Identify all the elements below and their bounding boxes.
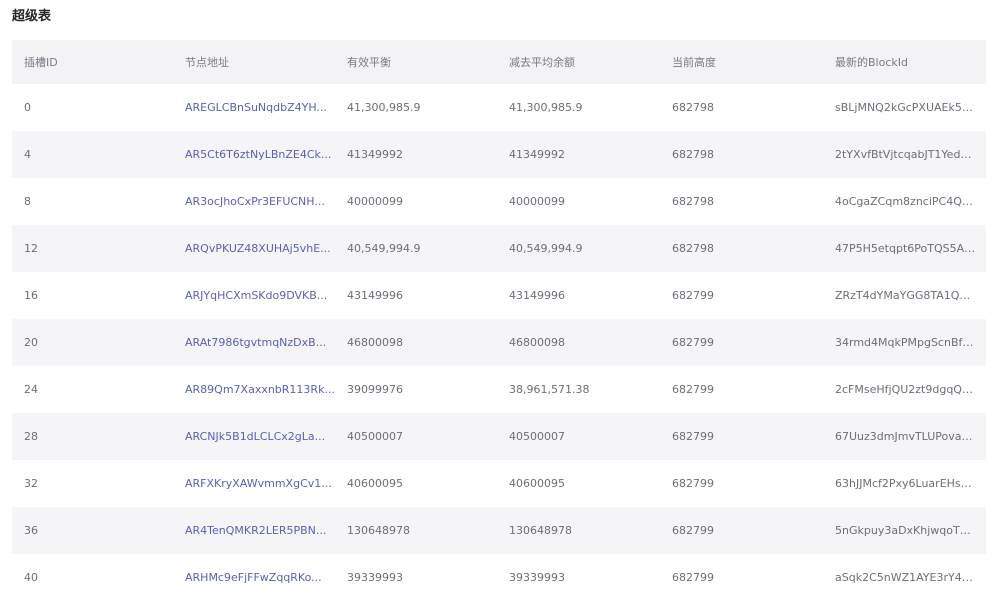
current-height-cell: 682799 (672, 430, 714, 443)
minus-average-balance-cell: 130648978 (509, 524, 572, 537)
latest-block-id-cell: 63hJJMcf2Pxy6LuarEHsxF··· (835, 477, 984, 490)
current-height-cell: 682798 (672, 148, 714, 161)
table-row: 40 ARHMc9eFjFFwZqqRKo... 39339993 39339993 6… (12, 554, 986, 601)
column-header-slot-id[interactable]: 插槽ID (12, 54, 173, 70)
node-address-link[interactable]: ARFXKryXAWvmmXgCv1... (173, 477, 335, 490)
column-header-effective-balance[interactable]: 有效平衡 (335, 54, 497, 70)
minus-average-balance-cell: 39339993 (509, 571, 565, 584)
current-height-cell: 682799 (672, 289, 714, 302)
latest-block-id-cell: 47P5H5etqpt6PoTQS5Ak··· (835, 242, 981, 255)
slot-id-cell: 40 (24, 571, 38, 584)
slot-id-cell: 0 (24, 101, 31, 114)
table-row: 4 AR5Ct6T6ztNyLBnZE4Ck... 41349992 41349992… (12, 131, 986, 178)
latest-block-id-cell: 34rmd4MqkPMpgScnBf1··· (835, 336, 980, 349)
table-row: 16 ARJYqHCXmSKdo9DVKB... 43149996 43149996 6… (12, 272, 986, 319)
current-height-cell: 682799 (672, 477, 714, 490)
current-height-cell: 682799 (672, 383, 714, 396)
column-header-latest-block-id[interactable]: 最新的BlockId (823, 54, 986, 70)
minus-average-balance-cell: 38,961,571.38 (509, 383, 590, 396)
minus-average-balance-cell: 41349992 (509, 148, 565, 161)
current-height-cell: 682798 (672, 195, 714, 208)
slot-id-cell: 12 (24, 242, 38, 255)
table-row: 32 ARFXKryXAWvmmXgCv1... 40600095 40600095 6… (12, 460, 986, 507)
current-height-cell: 682798 (672, 242, 714, 255)
effective-balance-cell: 40,549,994.9 (347, 242, 421, 255)
node-address-link[interactable]: AREGLCBnSuNqdbZ4YH... (173, 101, 335, 114)
slot-id-cell: 32 (24, 477, 38, 490)
table-body: 0 AREGLCBnSuNqdbZ4YH... 41,300,985.9 41,300… (12, 84, 986, 601)
minus-average-balance-cell: 40,549,994.9 (509, 242, 583, 255)
slot-id-cell: 16 (24, 289, 38, 302)
table-header: 插槽ID 节点地址 有效平衡 减去平均余额 当前高度 最新的BlockId (12, 40, 986, 84)
table-row: 0 AREGLCBnSuNqdbZ4YH... 41,300,985.9 41,300… (12, 84, 986, 131)
minus-average-balance-cell: 40500007 (509, 430, 565, 443)
current-height-cell: 682799 (672, 571, 714, 584)
latest-block-id-cell: 4oCgaZCqm8znciPC4Q8··· (835, 195, 980, 208)
node-address-link[interactable]: AR89Qm7XaxxnbR113Rk... (173, 383, 335, 396)
node-address-link[interactable]: ARHMc9eFjFFwZqqRKo... (173, 571, 335, 584)
node-address-link[interactable]: AR3ocJhoCxPr3EFUCNH... (173, 195, 335, 208)
effective-balance-cell: 40000099 (347, 195, 403, 208)
node-address-link[interactable]: ARJYqHCXmSKdo9DVKB... (173, 289, 335, 302)
latest-block-id-cell: aSqk2C5nWZ1AYE3rY4u··· (835, 571, 980, 584)
column-header-node-address[interactable]: 节点地址 (173, 54, 335, 70)
minus-average-balance-cell: 40000099 (509, 195, 565, 208)
current-height-cell: 682798 (672, 101, 714, 114)
slot-id-cell: 36 (24, 524, 38, 537)
effective-balance-cell: 40500007 (347, 430, 403, 443)
table-row: 36 AR4TenQMKR2LER5PBN... 130648978 13064897… (12, 507, 986, 554)
minus-average-balance-cell: 41,300,985.9 (509, 101, 583, 114)
node-address-link[interactable]: AR5Ct6T6ztNyLBnZE4Ck... (173, 148, 335, 161)
node-address-link[interactable]: ARCNJk5B1dLCLCx2gLa... (173, 430, 335, 443)
super-table: 插槽ID 节点地址 有效平衡 减去平均余额 当前高度 最新的BlockId 0 A… (12, 40, 986, 601)
table-row: 20 ARAt7986tgvtmqNzDxB... 46800098 46800098… (12, 319, 986, 366)
node-address-link[interactable]: ARQvPKUZ48XUHAj5vhE... (173, 242, 335, 255)
latest-block-id-cell: 67Uuz3dmJmvTLUPova5··· (835, 430, 980, 443)
latest-block-id-cell: 5nGkpuy3aDxKhjwqoT3x··· (835, 524, 984, 537)
effective-balance-cell: 130648978 (347, 524, 410, 537)
effective-balance-cell: 39339993 (347, 571, 403, 584)
slot-id-cell: 8 (24, 195, 31, 208)
current-height-cell: 682799 (672, 336, 714, 349)
latest-block-id-cell: sBLjMNQ2kGcPXUAEk5Y··· (835, 101, 980, 114)
effective-balance-cell: 40600095 (347, 477, 403, 490)
node-address-link[interactable]: AR4TenQMKR2LER5PBN... (173, 524, 335, 537)
latest-block-id-cell: 2cFMseHfjQU2zt9dgqQiJ··· (835, 383, 979, 396)
column-header-current-height[interactable]: 当前高度 (660, 54, 823, 70)
table-row: 28 ARCNJk5B1dLCLCx2gLa... 40500007 40500007… (12, 413, 986, 460)
table-row: 8 AR3ocJhoCxPr3EFUCNH... 40000099 40000099 6… (12, 178, 986, 225)
effective-balance-cell: 39099976 (347, 383, 403, 396)
table-row: 12 ARQvPKUZ48XUHAj5vhE... 40,549,994.9 40,5… (12, 225, 986, 272)
minus-average-balance-cell: 46800098 (509, 336, 565, 349)
slot-id-cell: 4 (24, 148, 31, 161)
table-row: 24 AR89Qm7XaxxnbR113Rk... 39099976 38,961,5… (12, 366, 986, 413)
slot-id-cell: 24 (24, 383, 38, 396)
latest-block-id-cell: ZRzT4dYMaYGG8TA1Qa··· (835, 289, 977, 302)
slot-id-cell: 28 (24, 430, 38, 443)
minus-average-balance-cell: 40600095 (509, 477, 565, 490)
page-title: 超级表 (12, 9, 52, 24)
latest-block-id-cell: 2tYXvfBtVjtcqabJT1YedBt··· (835, 148, 983, 161)
effective-balance-cell: 41349992 (347, 148, 403, 161)
minus-average-balance-cell: 43149996 (509, 289, 565, 302)
node-address-link[interactable]: ARAt7986tgvtmqNzDxB... (173, 336, 335, 349)
effective-balance-cell: 43149996 (347, 289, 403, 302)
effective-balance-cell: 41,300,985.9 (347, 101, 421, 114)
column-header-minus-average-balance[interactable]: 减去平均余额 (497, 54, 660, 70)
current-height-cell: 682799 (672, 524, 714, 537)
effective-balance-cell: 46800098 (347, 336, 403, 349)
slot-id-cell: 20 (24, 336, 38, 349)
